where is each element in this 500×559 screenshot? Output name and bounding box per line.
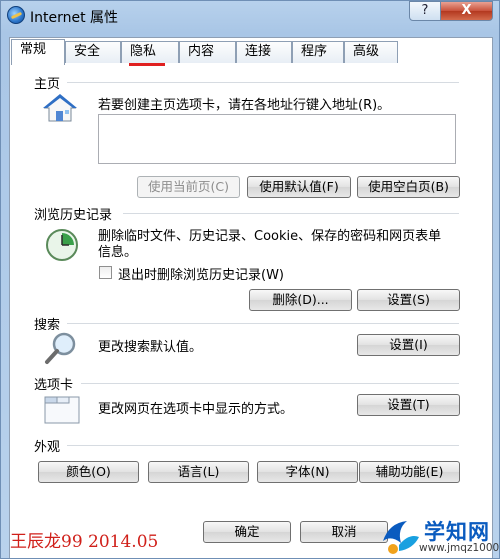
home-page-address-input[interactable] — [98, 114, 456, 164]
search-settings-button[interactable]: 设置(I) — [357, 334, 460, 356]
delete-history-on-exit-checkbox[interactable] — [99, 266, 112, 279]
search-description: 更改搜索默认值。 — [98, 340, 203, 355]
tabs-section-divider — [81, 383, 459, 384]
history-clock-icon — [46, 229, 78, 261]
tab-programs[interactable]: 程序 — [292, 41, 344, 63]
tab-connections[interactable]: 连接 — [236, 41, 292, 63]
tabs-description: 更改网页在选项卡中显示的方式。 — [98, 402, 294, 417]
close-button[interactable]: X — [440, 1, 493, 21]
history-description-line2: 信息。 — [98, 245, 138, 260]
ok-button[interactable]: 确定 — [203, 521, 291, 543]
tab-general[interactable]: 常规 — [11, 39, 65, 65]
browsing-history-section-title: 浏览历史记录 — [34, 208, 113, 223]
help-button[interactable]: ? — [409, 1, 441, 21]
internet-properties-window: Internet 属性 ? X 常规 安全 隐私 内容 连接 程序 高级 主页 … — [0, 0, 500, 559]
appearance-section-title: 外观 — [34, 440, 61, 455]
delete-history-button[interactable]: 删除(D)... — [249, 289, 352, 311]
history-section-divider — [123, 213, 459, 214]
site-logo-url: www.jmqz1000.com — [419, 542, 500, 554]
home-page-section-title: 主页 — [34, 77, 61, 92]
site-logo-mark-icon — [383, 521, 419, 554]
use-blank-button[interactable]: 使用空白页(B) — [357, 176, 460, 198]
tab-content[interactable]: 内容 — [179, 41, 236, 63]
privacy-tab-highlight-mark — [129, 63, 165, 66]
house-icon — [43, 94, 77, 122]
window-title: Internet 属性 — [30, 10, 119, 26]
history-settings-button[interactable]: 设置(S) — [357, 289, 460, 311]
accessibility-button[interactable]: 辅助功能(E) — [359, 461, 460, 483]
tabbed-window-icon — [44, 396, 80, 424]
tabs-settings-button[interactable]: 设置(T) — [357, 394, 460, 416]
magnifier-icon — [45, 332, 76, 364]
appearance-section-divider — [67, 445, 459, 446]
home-page-description: 若要创建主页选项卡，请在各地址行键入地址(R)。 — [98, 98, 391, 113]
title-bar: Internet 属性 ? X — [1, 1, 499, 31]
site-logo: 学知网 www.jmqz1000.com — [371, 511, 500, 558]
delete-history-on-exit-label[interactable]: 退出时删除浏览历史记录(W) — [118, 264, 284, 283]
search-section-divider — [67, 323, 459, 324]
fonts-button[interactable]: 字体(N) — [257, 461, 358, 483]
tab-advanced[interactable]: 高级 — [344, 41, 398, 63]
tab-privacy[interactable]: 隐私 — [121, 41, 179, 63]
colors-button[interactable]: 颜色(O) — [38, 461, 139, 483]
tabs-section-title: 选项卡 — [34, 378, 74, 393]
languages-button[interactable]: 语言(L) — [148, 461, 249, 483]
history-description-line1: 删除临时文件、历史记录、Cookie、保存的密码和网页表单 — [98, 229, 442, 244]
use-default-button[interactable]: 使用默认值(F) — [247, 176, 351, 198]
internet-explorer-icon — [7, 6, 25, 24]
use-current-page-button[interactable]: 使用当前页(C) — [137, 176, 240, 198]
author-watermark: 王辰龙99 2014.05 — [10, 532, 159, 552]
tab-security[interactable]: 安全 — [65, 41, 121, 63]
home-section-divider — [67, 82, 459, 83]
